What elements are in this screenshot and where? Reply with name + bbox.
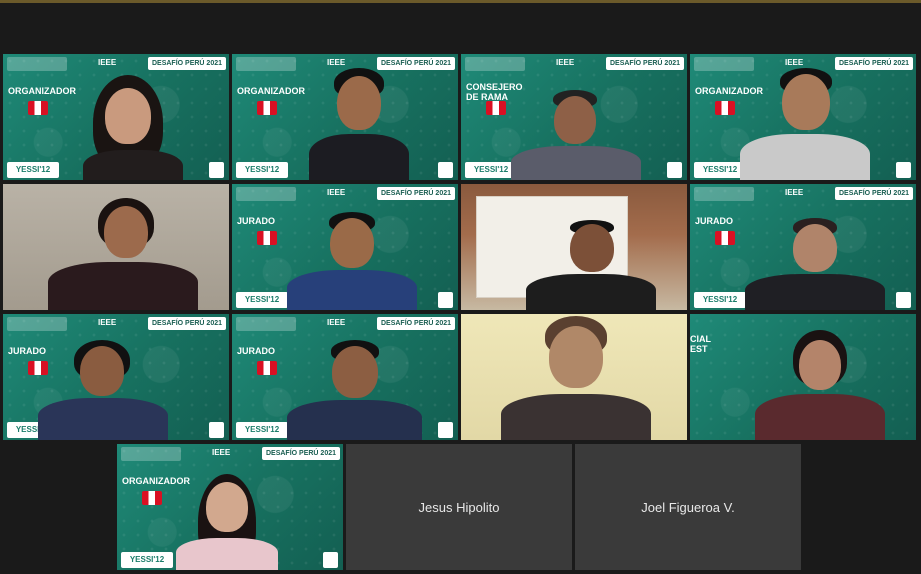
participant-figure [38, 340, 168, 440]
university-logo [465, 57, 525, 71]
event-badge: DESAFÍO PERÚ 2021 [834, 187, 913, 200]
participant-figure [501, 314, 651, 440]
shield-icon [438, 162, 453, 178]
event-badge: DESAFÍO PERÚ 2021 [147, 57, 226, 70]
peru-flag-icon [28, 101, 48, 115]
event-badge: DESAFÍO PERÚ 2021 [147, 317, 226, 330]
shield-icon [667, 162, 682, 178]
role-label: ORGANIZADOR [237, 86, 305, 96]
participant-figure [287, 340, 422, 440]
participant-figure [48, 192, 198, 310]
window-top-bar [0, 0, 921, 3]
participant-figure [511, 90, 641, 180]
participant-video-tile[interactable]: IEEE DESAFÍO PERÚ 2021 JURADO YESSI'12 [690, 184, 916, 310]
participant-figure [526, 220, 656, 310]
participant-figure [755, 328, 885, 440]
participant-video-tile[interactable]: CIAL EST [690, 314, 916, 440]
ieee-logo: IEEE [556, 58, 575, 67]
university-logo [121, 447, 181, 461]
participant-name-tile[interactable]: Joel Figueroa V. [575, 444, 801, 570]
shield-icon [209, 162, 224, 178]
participant-figure [287, 210, 417, 310]
shield-icon [896, 162, 911, 178]
role-label: JURADO [237, 346, 276, 356]
participant-video-tile[interactable]: IEEE DESAFÍO PERÚ 2021 JURADO YESSI'12 [3, 314, 229, 440]
peru-flag-icon [715, 101, 735, 115]
participant-video-tile[interactable]: IEEE DESAFÍO PERÚ 2021 JURADO YESSI'12 [232, 314, 458, 440]
university-logo [7, 317, 67, 331]
participant-video-tile[interactable]: IEEE DESAFÍO PERÚ 2021 ORGANIZADOR YESSI… [117, 444, 343, 570]
university-logo [236, 317, 296, 331]
shield-icon [438, 422, 453, 438]
role-label: CIAL EST [690, 334, 711, 354]
participant-figure [304, 60, 414, 180]
event-badge: DESAFÍO PERÚ 2021 [605, 57, 684, 70]
event-badge: DESAFÍO PERÚ 2021 [376, 187, 455, 200]
peru-flag-icon [486, 101, 506, 115]
participant-figure [740, 62, 870, 180]
role-label: ORGANIZADOR [8, 86, 76, 96]
participant-name-tile[interactable]: Jesus Hipolito [346, 444, 572, 570]
university-logo [7, 57, 67, 71]
participant-video-tile[interactable]: IEEE DESAFÍO PERÚ 2021 ORGANIZADOR YESSI… [232, 54, 458, 180]
participant-video-tile[interactable]: IEEE DESAFÍO PERÚ 2021 ORGANIZADOR YESSI… [3, 54, 229, 180]
participant-video-tile[interactable] [3, 184, 229, 310]
role-label: JURADO [695, 216, 734, 226]
participant-video-tile[interactable]: IEEE DESAFÍO PERÚ 2021 CONSEJERO DE RAMA… [461, 54, 687, 180]
peru-flag-icon [257, 101, 277, 115]
ieee-logo: IEEE [212, 448, 231, 457]
event-logo: YESSI'12 [121, 552, 173, 568]
event-logo: YESSI'12 [465, 162, 517, 178]
ieee-logo: IEEE [785, 188, 804, 197]
participant-video-tile[interactable]: IEEE DESAFÍO PERÚ 2021 ORGANIZADOR YESSI… [690, 54, 916, 180]
peru-flag-icon [715, 231, 735, 245]
university-logo [694, 187, 754, 201]
event-logo: YESSI'12 [7, 162, 59, 178]
peru-flag-icon [142, 491, 162, 505]
event-logo: YESSI'12 [236, 292, 288, 308]
ieee-logo: IEEE [327, 318, 346, 327]
participant-name: Joel Figueroa V. [641, 499, 735, 515]
ieee-logo: IEEE [98, 58, 117, 67]
participant-video-tile[interactable]: IEEE DESAFÍO PERÚ 2021 JURADO YESSI'12 [232, 184, 458, 310]
participant-name: Jesus Hipolito [418, 499, 500, 515]
role-label: JURADO [237, 216, 276, 226]
participant-figure [83, 70, 183, 180]
event-logo: YESSI'12 [694, 162, 746, 178]
shield-icon [323, 552, 338, 568]
university-logo [236, 57, 296, 71]
event-badge: DESAFÍO PERÚ 2021 [376, 317, 455, 330]
shield-icon [438, 292, 453, 308]
participant-video-tile[interactable] [461, 184, 687, 310]
participant-video-tile[interactable] [461, 314, 687, 440]
ieee-logo: IEEE [98, 318, 117, 327]
event-logo: YESSI'12 [694, 292, 746, 308]
event-logo: YESSI'12 [236, 162, 288, 178]
participant-figure [172, 474, 282, 570]
university-logo [236, 187, 296, 201]
shield-icon [209, 422, 224, 438]
peru-flag-icon [257, 231, 277, 245]
ieee-logo: IEEE [327, 188, 346, 197]
shield-icon [896, 292, 911, 308]
peru-flag-icon [257, 361, 277, 375]
event-logo: YESSI'12 [236, 422, 288, 438]
participant-figure [745, 218, 885, 310]
event-badge: DESAFÍO PERÚ 2021 [261, 447, 340, 460]
